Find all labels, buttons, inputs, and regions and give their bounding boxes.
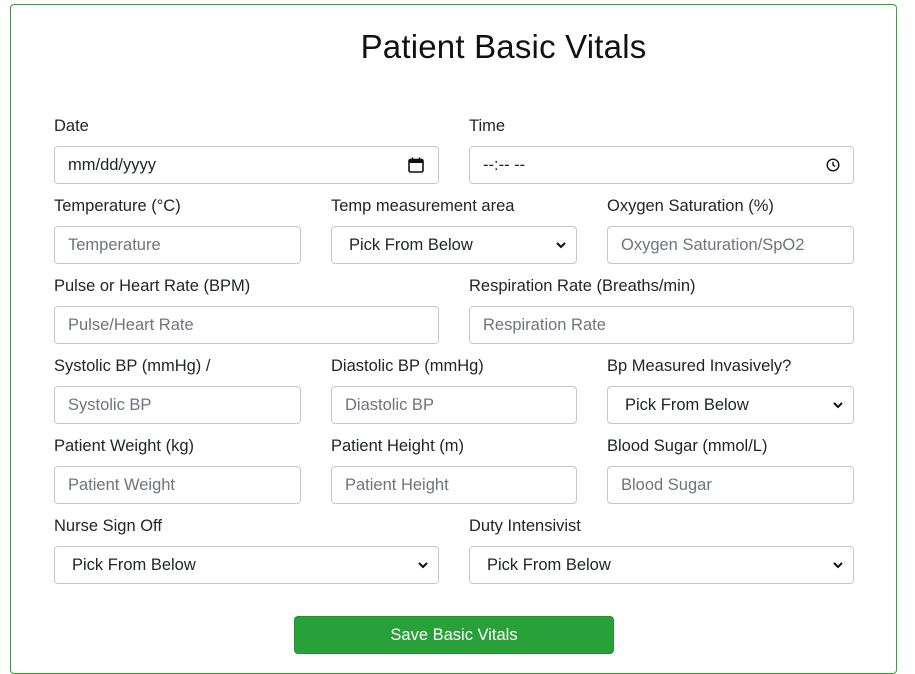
chevron-down-icon — [833, 402, 843, 409]
bp-invasive-selected: Pick From Below — [625, 395, 749, 414]
pulse-input[interactable] — [54, 306, 439, 344]
bp-invasive-select[interactable]: Pick From Below — [607, 386, 854, 424]
oxygen-label: Oxygen Saturation (%) — [607, 197, 774, 215]
time-label: Time — [469, 117, 506, 135]
respiration-label: Respiration Rate (Breaths/min) — [469, 277, 696, 295]
diastolic-input[interactable] — [331, 386, 577, 424]
blood-sugar-label: Blood Sugar (mmol/L) — [607, 437, 768, 455]
bp-invasive-label: Bp Measured Invasively? — [607, 357, 792, 375]
calendar-icon[interactable] — [407, 156, 425, 174]
temp-area-select[interactable]: Pick From Below — [331, 226, 577, 264]
chevron-down-icon — [556, 242, 566, 249]
chevron-down-icon — [418, 562, 428, 569]
weight-label: Patient Weight (kg) — [54, 437, 195, 455]
page-title: Patient Basic Vitals — [360, 28, 647, 65]
diastolic-label: Diastolic BP (mmHg) — [331, 357, 484, 375]
pulse-label: Pulse or Heart Rate (BPM) — [54, 277, 251, 295]
systolic-label: Systolic BP (mmHg) / — [54, 357, 211, 375]
intensivist-select[interactable]: Pick From Below — [469, 546, 854, 584]
temp-area-selected: Pick From Below — [349, 235, 473, 254]
chevron-down-icon — [833, 562, 843, 569]
temp-area-label: Temp measurement area — [331, 197, 515, 215]
temperature-label: Temperature (°C) — [54, 197, 181, 215]
date-label: Date — [54, 117, 89, 135]
time-input[interactable]: --:-- -- — [469, 146, 854, 184]
date-input[interactable]: mm/dd/yyyy — [54, 146, 439, 184]
intensivist-selected: Pick From Below — [487, 555, 611, 574]
respiration-input[interactable] — [469, 306, 854, 344]
oxygen-input[interactable] — [607, 226, 854, 264]
temperature-input[interactable] — [54, 226, 301, 264]
height-label: Patient Height (m) — [331, 437, 464, 455]
systolic-input[interactable] — [54, 386, 301, 424]
save-basic-vitals-button[interactable]: Save Basic Vitals — [294, 616, 614, 654]
date-value: mm/dd/yyyy — [68, 155, 157, 174]
height-input[interactable] — [331, 466, 577, 504]
intensivist-label: Duty Intensivist — [469, 517, 581, 535]
weight-input[interactable] — [54, 466, 301, 504]
nurse-selected: Pick From Below — [72, 555, 196, 574]
nurse-label: Nurse Sign Off — [54, 517, 162, 535]
blood-sugar-input[interactable] — [607, 466, 854, 504]
clock-icon[interactable] — [826, 158, 840, 172]
nurse-select[interactable]: Pick From Below — [54, 546, 439, 584]
time-value: --:-- -- — [483, 155, 526, 174]
